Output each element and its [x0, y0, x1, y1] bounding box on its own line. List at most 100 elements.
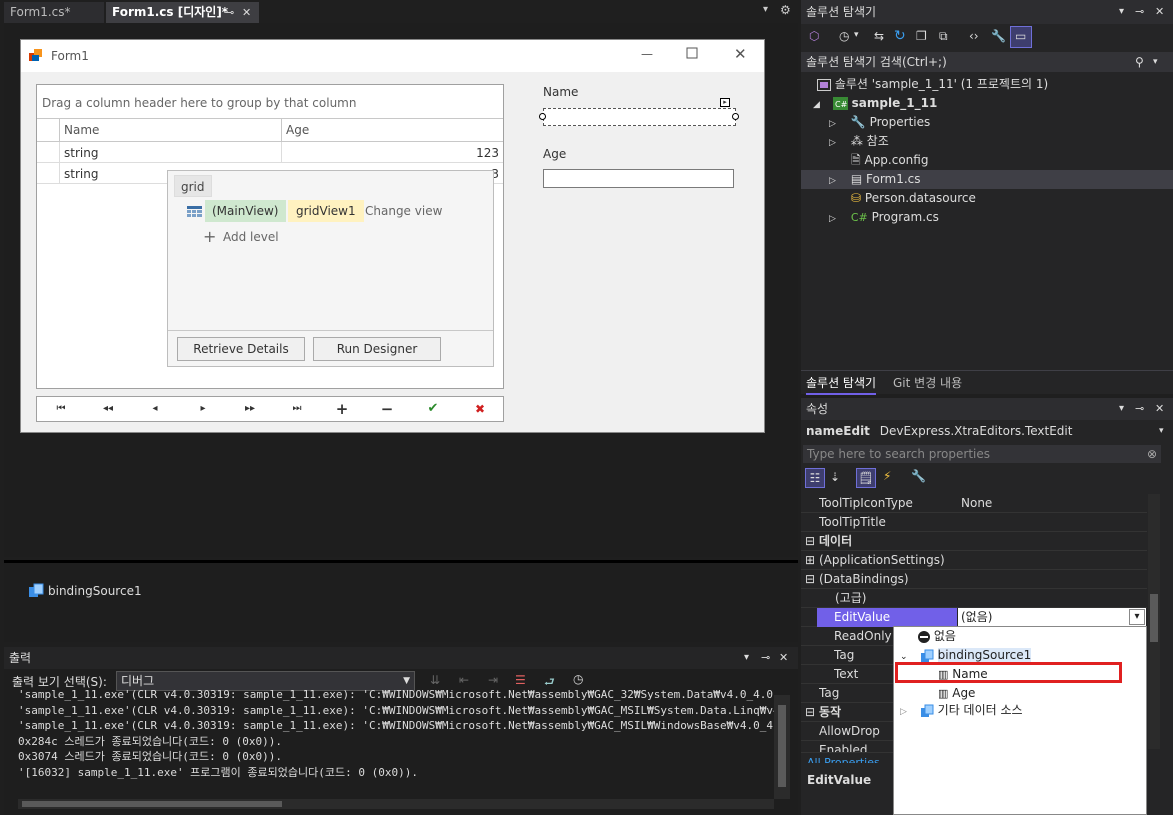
nav-next-icon[interactable]: ▸ [183, 397, 223, 421]
dropdown-icon[interactable]: ▾ [744, 647, 749, 669]
wrench-icon[interactable]: 🔧 [991, 29, 1006, 43]
chevron-right-icon[interactable]: ▷ [829, 210, 847, 229]
tree-item-project[interactable]: ◢ C# sample_1_11 [801, 94, 1173, 113]
cell-name[interactable]: string [64, 167, 98, 181]
collapse-icon[interactable]: ⊟ [805, 532, 815, 551]
dropdown-item-other-sources[interactable]: ▷ 기타 데이터 소스 [894, 701, 1146, 720]
pin-icon[interactable]: ⊸ [1135, 398, 1144, 420]
chevron-right-icon[interactable]: ▷ [900, 703, 916, 722]
nav-apply-icon[interactable]: ✔ [413, 397, 453, 421]
column-header-name[interactable]: Name [64, 123, 99, 137]
nav-first-icon[interactable]: ⏮ [41, 397, 81, 421]
pin-icon[interactable]: ⊸ [1135, 0, 1144, 24]
history-icon[interactable]: ◷ [839, 29, 849, 43]
close-icon[interactable]: ✕ [242, 2, 251, 23]
close-icon[interactable]: ✕ [779, 647, 788, 669]
minimize-icon[interactable]: — [641, 47, 653, 61]
edit-value-combo[interactable]: (없음) ▾ [958, 608, 1146, 627]
categorized-icon[interactable]: ☷ [805, 468, 825, 488]
pin-icon[interactable]: ⊸ [761, 647, 770, 669]
tree-item-datasource[interactable]: ⛁ Person.datasource [801, 189, 1173, 208]
chevron-down-icon[interactable]: ▾ [1153, 52, 1158, 72]
show-all-files-icon[interactable]: ⧉ [939, 29, 948, 44]
property-row-edit-value[interactable]: EditValue (없음) ▾ [801, 608, 1147, 627]
table-row[interactable]: string 123 [37, 142, 503, 163]
sync-icon[interactable]: ⇆ [874, 29, 884, 43]
tab-solution-explorer[interactable]: 솔루션 탐색기 [806, 374, 877, 395]
find-icon[interactable]: ⇊ [430, 673, 440, 687]
dropdown-icon[interactable]: ▾ [763, 4, 768, 15]
property-row[interactable]: ⊞ (ApplicationSettings) [801, 551, 1147, 570]
object-selector[interactable]: nameEdit DevExpress.XtraEditors.TextEdit… [801, 421, 1173, 441]
dropdown-icon[interactable]: ▾ [1119, 0, 1124, 24]
cell-age[interactable]: 123 [476, 146, 499, 160]
form-window[interactable]: Form1 — ✕ Drag a column header here to g… [20, 39, 765, 433]
dropdown-icon[interactable]: ▾ [1119, 398, 1124, 420]
gridview1-label[interactable]: gridView1 [288, 200, 364, 222]
smart-tag-icon[interactable]: ▸ [720, 98, 730, 107]
chevron-down-icon[interactable]: ▾ [854, 30, 859, 40]
vertical-scrollbar[interactable] [774, 695, 790, 799]
property-category-data[interactable]: ⊟ 데이터 [801, 532, 1147, 551]
pin-icon[interactable]: ⊸ [225, 2, 234, 23]
resize-handle[interactable] [732, 113, 739, 120]
property-row[interactable]: ToolTipIconType None [801, 494, 1147, 513]
properties-scrollbar[interactable] [1148, 494, 1160, 749]
tree-item-program[interactable]: ▷ C# Program.cs [801, 208, 1173, 227]
preview-icon[interactable]: ▭ [1010, 26, 1032, 48]
events-icon[interactable]: ⚡ [883, 469, 891, 483]
name-edit-input[interactable] [543, 108, 736, 126]
nav-prev-icon[interactable]: ◂ [135, 397, 175, 421]
search-icon[interactable]: ⚲ [1135, 52, 1144, 72]
collapse-icon[interactable]: ⊟ [805, 570, 815, 589]
tab-form1-designer[interactable]: Form1.cs [디자인]* ⊸ ✕ [106, 2, 259, 23]
clock-icon[interactable]: ◷ [573, 672, 583, 686]
property-row[interactable]: (고급) [801, 589, 1147, 608]
refresh-icon[interactable]: ↻ [894, 28, 906, 44]
age-edit-input[interactable] [543, 169, 734, 188]
collapse-all-icon[interactable]: ❐ [916, 29, 927, 43]
property-search[interactable]: Type here to search properties ⊗ [803, 445, 1161, 463]
property-value[interactable]: None [961, 494, 992, 513]
form-close-icon[interactable]: ✕ [734, 45, 747, 63]
alphabetical-icon[interactable]: ⇣ [830, 470, 840, 484]
nav-prev-page-icon[interactable]: ◂◂ [88, 397, 128, 421]
tree-item-solution[interactable]: 솔루션 'sample_1_11' (1 프로젝트의 1) [801, 75, 1173, 94]
nav-last-icon[interactable]: ⏭ [277, 397, 317, 421]
vs-icon[interactable]: ⬡ [809, 29, 819, 43]
tree-item-form1[interactable]: ▷ ▤ Form1.cs [801, 170, 1173, 189]
column-header-age[interactable]: Age [286, 123, 309, 137]
tab-form1-code[interactable]: Form1.cs* [4, 2, 104, 23]
collapse-icon[interactable]: ⊟ [805, 703, 815, 722]
solution-search[interactable]: 솔루션 탐색기 검색(Ctrl+;) ⚲ ▾ [801, 52, 1173, 72]
clear-all-icon[interactable]: ☰ [515, 673, 526, 687]
change-view-link[interactable]: Change view [365, 204, 442, 218]
tree-item-properties[interactable]: ▷ 🔧 Properties [801, 113, 1173, 132]
property-pages-icon[interactable]: 🔧 [911, 469, 926, 483]
cell-name[interactable]: string [64, 146, 98, 160]
next-message-icon[interactable]: ⇥ [488, 673, 498, 687]
nav-remove-icon[interactable]: − [367, 397, 407, 421]
gear-icon[interactable]: ⚙ [780, 3, 791, 17]
properties-tab-icon[interactable]: 🗒 [856, 468, 876, 488]
close-icon[interactable]: ✕ [1155, 398, 1164, 420]
tree-item-app-config[interactable]: 🗎 App.config [801, 151, 1173, 170]
retrieve-details-button[interactable]: Retrieve Details [177, 337, 305, 361]
run-designer-button[interactable]: Run Designer [313, 337, 441, 361]
chevron-down-icon[interactable]: ▾ [1129, 609, 1145, 625]
nav-add-icon[interactable]: + [322, 397, 362, 421]
dropdown-item-none[interactable]: 없음 [894, 627, 1146, 646]
expand-icon[interactable]: ⊞ [805, 551, 815, 570]
add-level-link[interactable]: Add level [223, 230, 279, 244]
nav-cancel-icon[interactable]: ✖ [460, 397, 500, 421]
group-panel[interactable]: Drag a column header here to group by th… [37, 85, 503, 119]
property-row[interactable]: ToolTipTitle [801, 513, 1147, 532]
nav-next-page-icon[interactable]: ▸▸ [230, 397, 270, 421]
add-icon[interactable]: + [203, 227, 216, 246]
main-view-label[interactable]: (MainView) [205, 200, 286, 222]
tab-git-changes[interactable]: Git 변경 내용 [893, 374, 962, 391]
clear-search-icon[interactable]: ⊗ [1147, 445, 1157, 463]
horizontal-scrollbar[interactable] [18, 799, 774, 809]
close-icon[interactable]: ✕ [1155, 0, 1164, 24]
view-code-icon[interactable]: ‹› [969, 29, 979, 43]
